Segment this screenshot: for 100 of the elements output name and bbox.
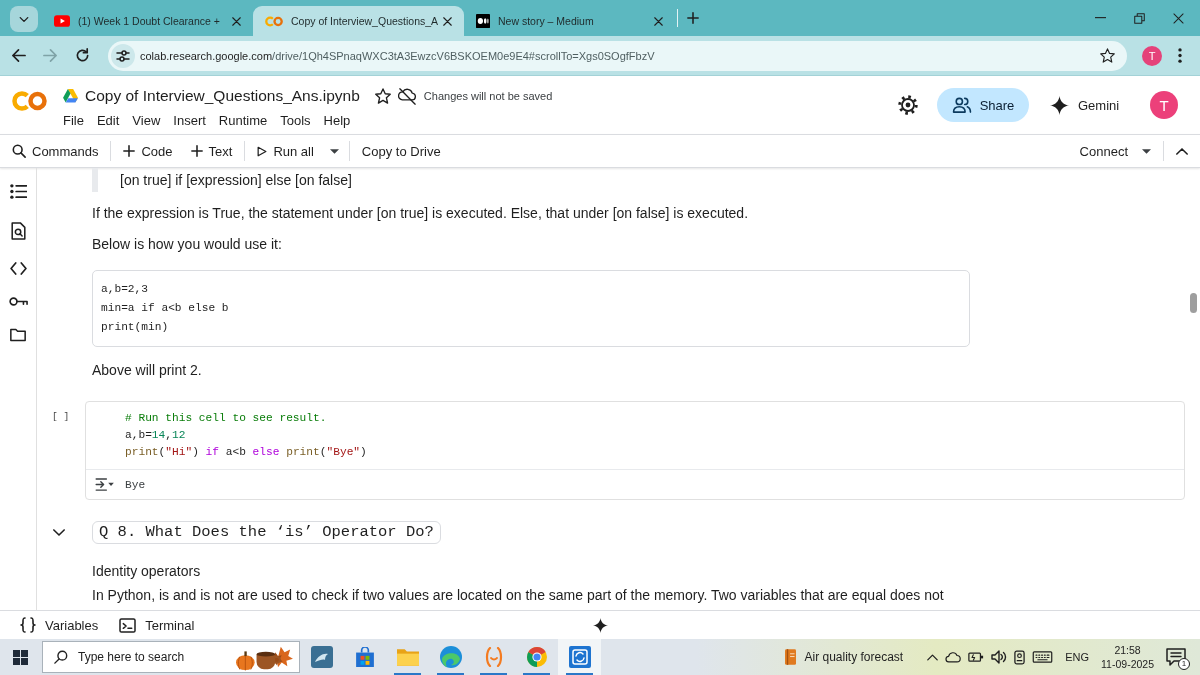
drive-triangle-icon	[63, 89, 78, 103]
menu-item[interactable]: Runtime	[218, 112, 268, 128]
more-menu-icon[interactable]	[1178, 48, 1182, 63]
plus-icon	[123, 145, 136, 157]
site-settings-icon[interactable]	[111, 43, 135, 68]
code-icon[interactable]	[9, 262, 27, 275]
browser-tab[interactable]: Copy of Interview_Questions_A	[253, 6, 464, 36]
store-bag-icon[interactable]	[355, 647, 374, 667]
braces-icon	[20, 617, 36, 633]
search-icon	[54, 650, 68, 664]
rings-logo-icon	[265, 15, 283, 27]
connect-button[interactable]: Connect	[1077, 138, 1130, 164]
chevron-icon[interactable]	[53, 529, 65, 536]
address-bar[interactable]: colab.research.google.com/drive/1Qh4SPnaqWXC3tA3EwzcV6BSKOEM0e9E4#scrollTo=Xgs0SOgfFbzV	[108, 40, 1127, 71]
find-in-page-icon[interactable]	[10, 222, 26, 240]
close-icon[interactable]	[443, 16, 452, 26]
paragraph: Below is how you would use it:	[92, 235, 283, 254]
output-toggle-icon[interactable]	[95, 478, 115, 491]
keyboard-icon[interactable]	[1032, 651, 1054, 663]
notebook-title[interactable]: Copy of Interview_Questions_Ans.ipynb	[85, 87, 360, 105]
cloud-icon[interactable]	[945, 651, 962, 663]
code-line: print("Hi") if a<b else print("Bye")	[125, 445, 368, 460]
rings-logo-icon[interactable]	[12, 91, 47, 111]
menu-item[interactable]: Help	[323, 112, 351, 128]
speaker-icon[interactable]	[991, 650, 1008, 664]
account-avatar[interactable]: T	[1150, 91, 1178, 119]
notification-icon[interactable]	[1166, 648, 1186, 666]
folder-outline-icon[interactable]	[10, 328, 26, 342]
clock-date[interactable]: 11-09-2025	[1101, 657, 1154, 671]
table-of-contents-icon[interactable]	[9, 183, 27, 200]
menu-item[interactable]: Insert	[173, 112, 206, 128]
key-icon[interactable]	[8, 297, 28, 306]
dots-logo-icon	[476, 14, 490, 28]
paragraph: Above will print 2.	[92, 361, 203, 380]
cloud-off-icon	[397, 87, 417, 105]
dolphin-app-icon[interactable]	[310, 646, 333, 668]
caret-down-icon[interactable]	[329, 148, 339, 154]
tricolor-circle-icon[interactable]	[525, 646, 548, 668]
people-icon	[951, 97, 972, 113]
caret-down-icon[interactable]	[1142, 148, 1151, 154]
toolbar-button[interactable]: Run all	[255, 138, 316, 164]
sparkle-icon[interactable]	[592, 617, 608, 633]
toolbar-button[interactable]: Commands	[10, 138, 101, 164]
chevron-up-icon[interactable]	[1176, 147, 1188, 155]
code-line: # Run this cell to see result.	[125, 411, 328, 426]
restore-icon[interactable]	[1134, 12, 1145, 24]
search-field[interactable]: Type here to search	[42, 641, 300, 673]
back-arrow-icon[interactable]	[10, 48, 26, 63]
clock-time[interactable]: 21:58	[1114, 643, 1141, 657]
windows-start-icon[interactable]	[12, 649, 28, 665]
browser-tab[interactable]: (1) Week 1 Doubt Clearance +	[42, 6, 253, 36]
terminal-icon	[119, 617, 137, 633]
browser-tab[interactable]: New story – Medium	[464, 6, 675, 36]
plus-icon	[190, 145, 203, 157]
sync-app-icon[interactable]	[568, 646, 591, 668]
code-cell[interactable]: # Run this cell to see result. a,b=14,12 print("Hi") if a<b else print("Bye") Bye	[85, 401, 1185, 500]
tab-search-button[interactable]	[10, 6, 38, 32]
play-outline-icon	[257, 145, 268, 157]
toolbar-button[interactable]: Copy to Drive	[359, 138, 443, 164]
gemini-button[interactable]: Gemini	[1050, 95, 1120, 115]
menu-item[interactable]: File	[63, 112, 84, 128]
toolbar-button[interactable]: Text	[188, 138, 235, 164]
share-button[interactable]: Share	[937, 88, 1029, 122]
cell-output: Bye	[125, 478, 146, 491]
taskbar-app-button[interactable]	[558, 639, 601, 675]
input-language[interactable]: ENG	[1065, 651, 1090, 663]
menu-item[interactable]: Edit	[96, 112, 120, 128]
search-icon	[12, 144, 26, 158]
tray-chevron-icon[interactable]	[927, 653, 939, 661]
notification-count: 1	[1178, 658, 1190, 670]
menu-item[interactable]: Tools	[280, 112, 311, 128]
chevron-down-icon	[19, 15, 29, 23]
notebook-icon	[784, 649, 796, 665]
paragraph: Identity operators	[92, 562, 202, 581]
new-tab-plus-icon[interactable]	[687, 12, 699, 24]
panel-button[interactable]: Terminal	[119, 617, 195, 633]
toolbar-button[interactable]: Code	[121, 138, 175, 164]
weather-widget[interactable]: Air quality forecast	[784, 649, 904, 665]
sparkle-icon	[1050, 95, 1069, 115]
menu-item[interactable]: View	[132, 112, 161, 128]
run-indicator[interactable]: [ ]	[52, 411, 70, 422]
quote-text: [on true] if [expression] else [on false]	[120, 171, 353, 190]
save-status: Changes will not be saved	[423, 90, 553, 102]
close-icon[interactable]	[654, 16, 663, 26]
close-window-icon[interactable]	[1173, 12, 1184, 24]
profile-avatar[interactable]: T	[1142, 45, 1162, 66]
code-block: a,b=2,3 min=a if a<b else b print(min)	[92, 270, 970, 347]
paragraph: If the expression is True, the statement under [on true] is executed. Else, that under [on false] is executed.	[92, 204, 750, 223]
webcam-icon[interactable]	[1014, 649, 1026, 665]
panel-button[interactable]: Variables	[20, 617, 99, 633]
swirl-browser-icon[interactable]	[439, 646, 462, 668]
minimize-icon[interactable]	[1095, 17, 1106, 19]
star-icon[interactable]	[374, 88, 391, 104]
code-line: a,b=14,12	[125, 428, 187, 443]
battery-icon[interactable]	[968, 651, 985, 663]
bookmark-star-icon[interactable]	[1100, 48, 1115, 63]
scrollbar-thumb[interactable]	[1190, 293, 1197, 313]
settings-gear-icon[interactable]	[898, 95, 918, 115]
close-icon[interactable]	[232, 16, 241, 26]
reload-icon[interactable]	[74, 48, 90, 63]
